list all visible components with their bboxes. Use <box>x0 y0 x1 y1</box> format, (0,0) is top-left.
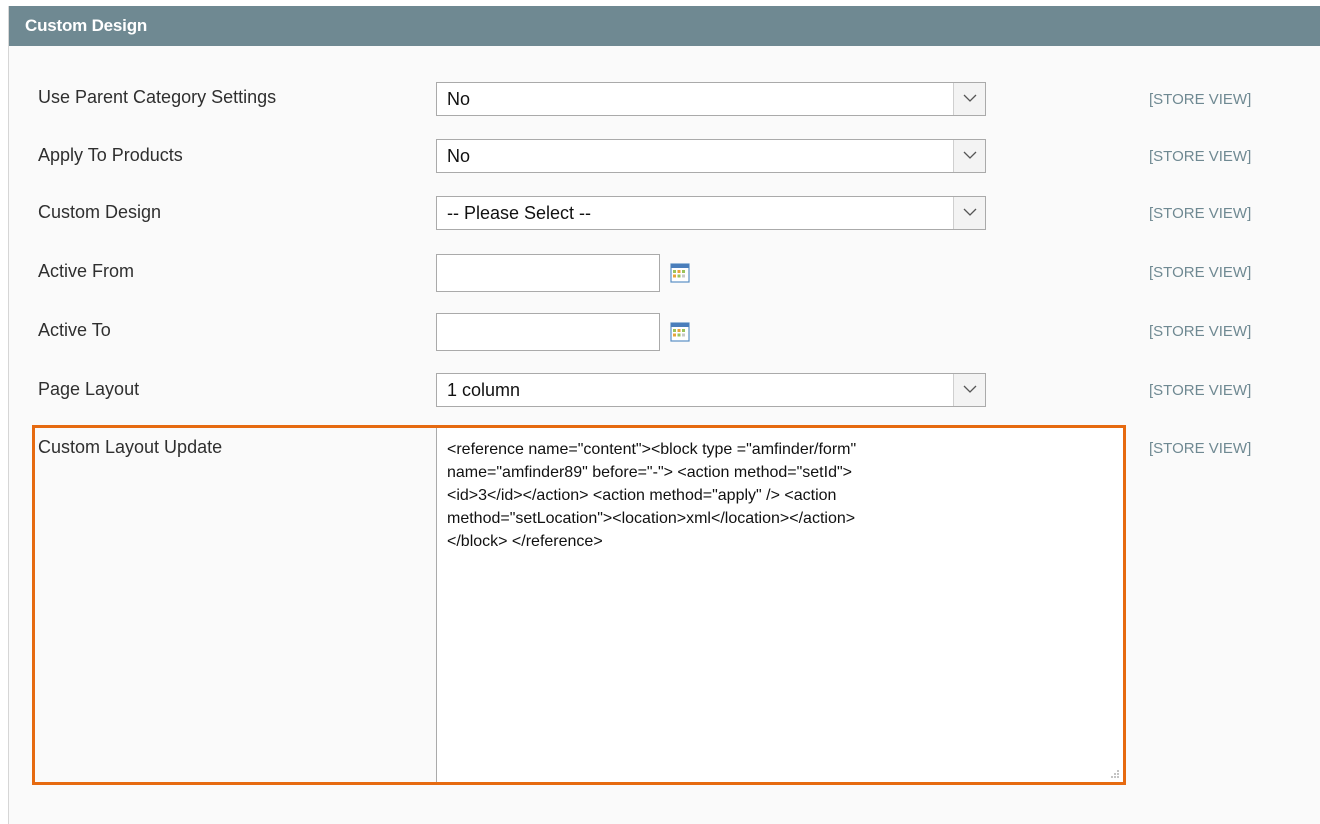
chevron-down-icon[interactable] <box>953 140 985 172</box>
apply-products-select[interactable]: No <box>436 139 986 173</box>
use-parent-label: Use Parent Category Settings <box>38 87 277 107</box>
section-title: Custom Design <box>25 16 148 35</box>
page-layout-select[interactable]: 1 column <box>436 373 986 407</box>
layout-update-textarea[interactable]: <reference name="content"><block type ="… <box>436 428 1123 782</box>
calendar-icon[interactable] <box>670 263 690 283</box>
active-from-label: Active From <box>38 261 135 281</box>
apply-products-label: Apply To Products <box>38 145 183 165</box>
custom-design-select[interactable]: -- Please Select -- <box>436 196 986 230</box>
active-from-scope: [STORE VIEW] <box>1149 264 1252 281</box>
chevron-down-icon[interactable] <box>953 197 985 229</box>
active-to-label: Active To <box>38 320 111 340</box>
section-header[interactable]: Custom Design <box>9 6 1320 46</box>
use-parent-select[interactable]: No <box>436 82 986 116</box>
active-to-input[interactable] <box>436 313 660 351</box>
layout-update-label: Custom Layout Update <box>38 437 223 457</box>
resize-grip-icon[interactable] <box>1110 769 1120 779</box>
use-parent-scope: [STORE VIEW] <box>1149 91 1252 108</box>
page-layout-scope: [STORE VIEW] <box>1149 382 1252 399</box>
custom-design-scope: [STORE VIEW] <box>1149 205 1252 222</box>
apply-products-scope: [STORE VIEW] <box>1149 148 1252 165</box>
chevron-down-icon[interactable] <box>953 83 985 115</box>
active-to-scope: [STORE VIEW] <box>1149 323 1252 340</box>
custom-design-label: Custom Design <box>38 202 162 222</box>
calendar-icon[interactable] <box>670 322 690 342</box>
apply-products-value: No <box>447 146 471 166</box>
layout-update-scope: [STORE VIEW] <box>1149 440 1252 457</box>
chevron-down-icon[interactable] <box>953 374 985 406</box>
custom-design-value: -- Please Select -- <box>447 203 592 223</box>
use-parent-value: No <box>447 89 471 109</box>
page-layout-label: Page Layout <box>38 379 140 399</box>
layout-update-content: <reference name="content"><block type ="… <box>447 441 857 550</box>
page-layout-value: 1 column <box>447 380 521 400</box>
active-from-input[interactable] <box>436 254 660 292</box>
